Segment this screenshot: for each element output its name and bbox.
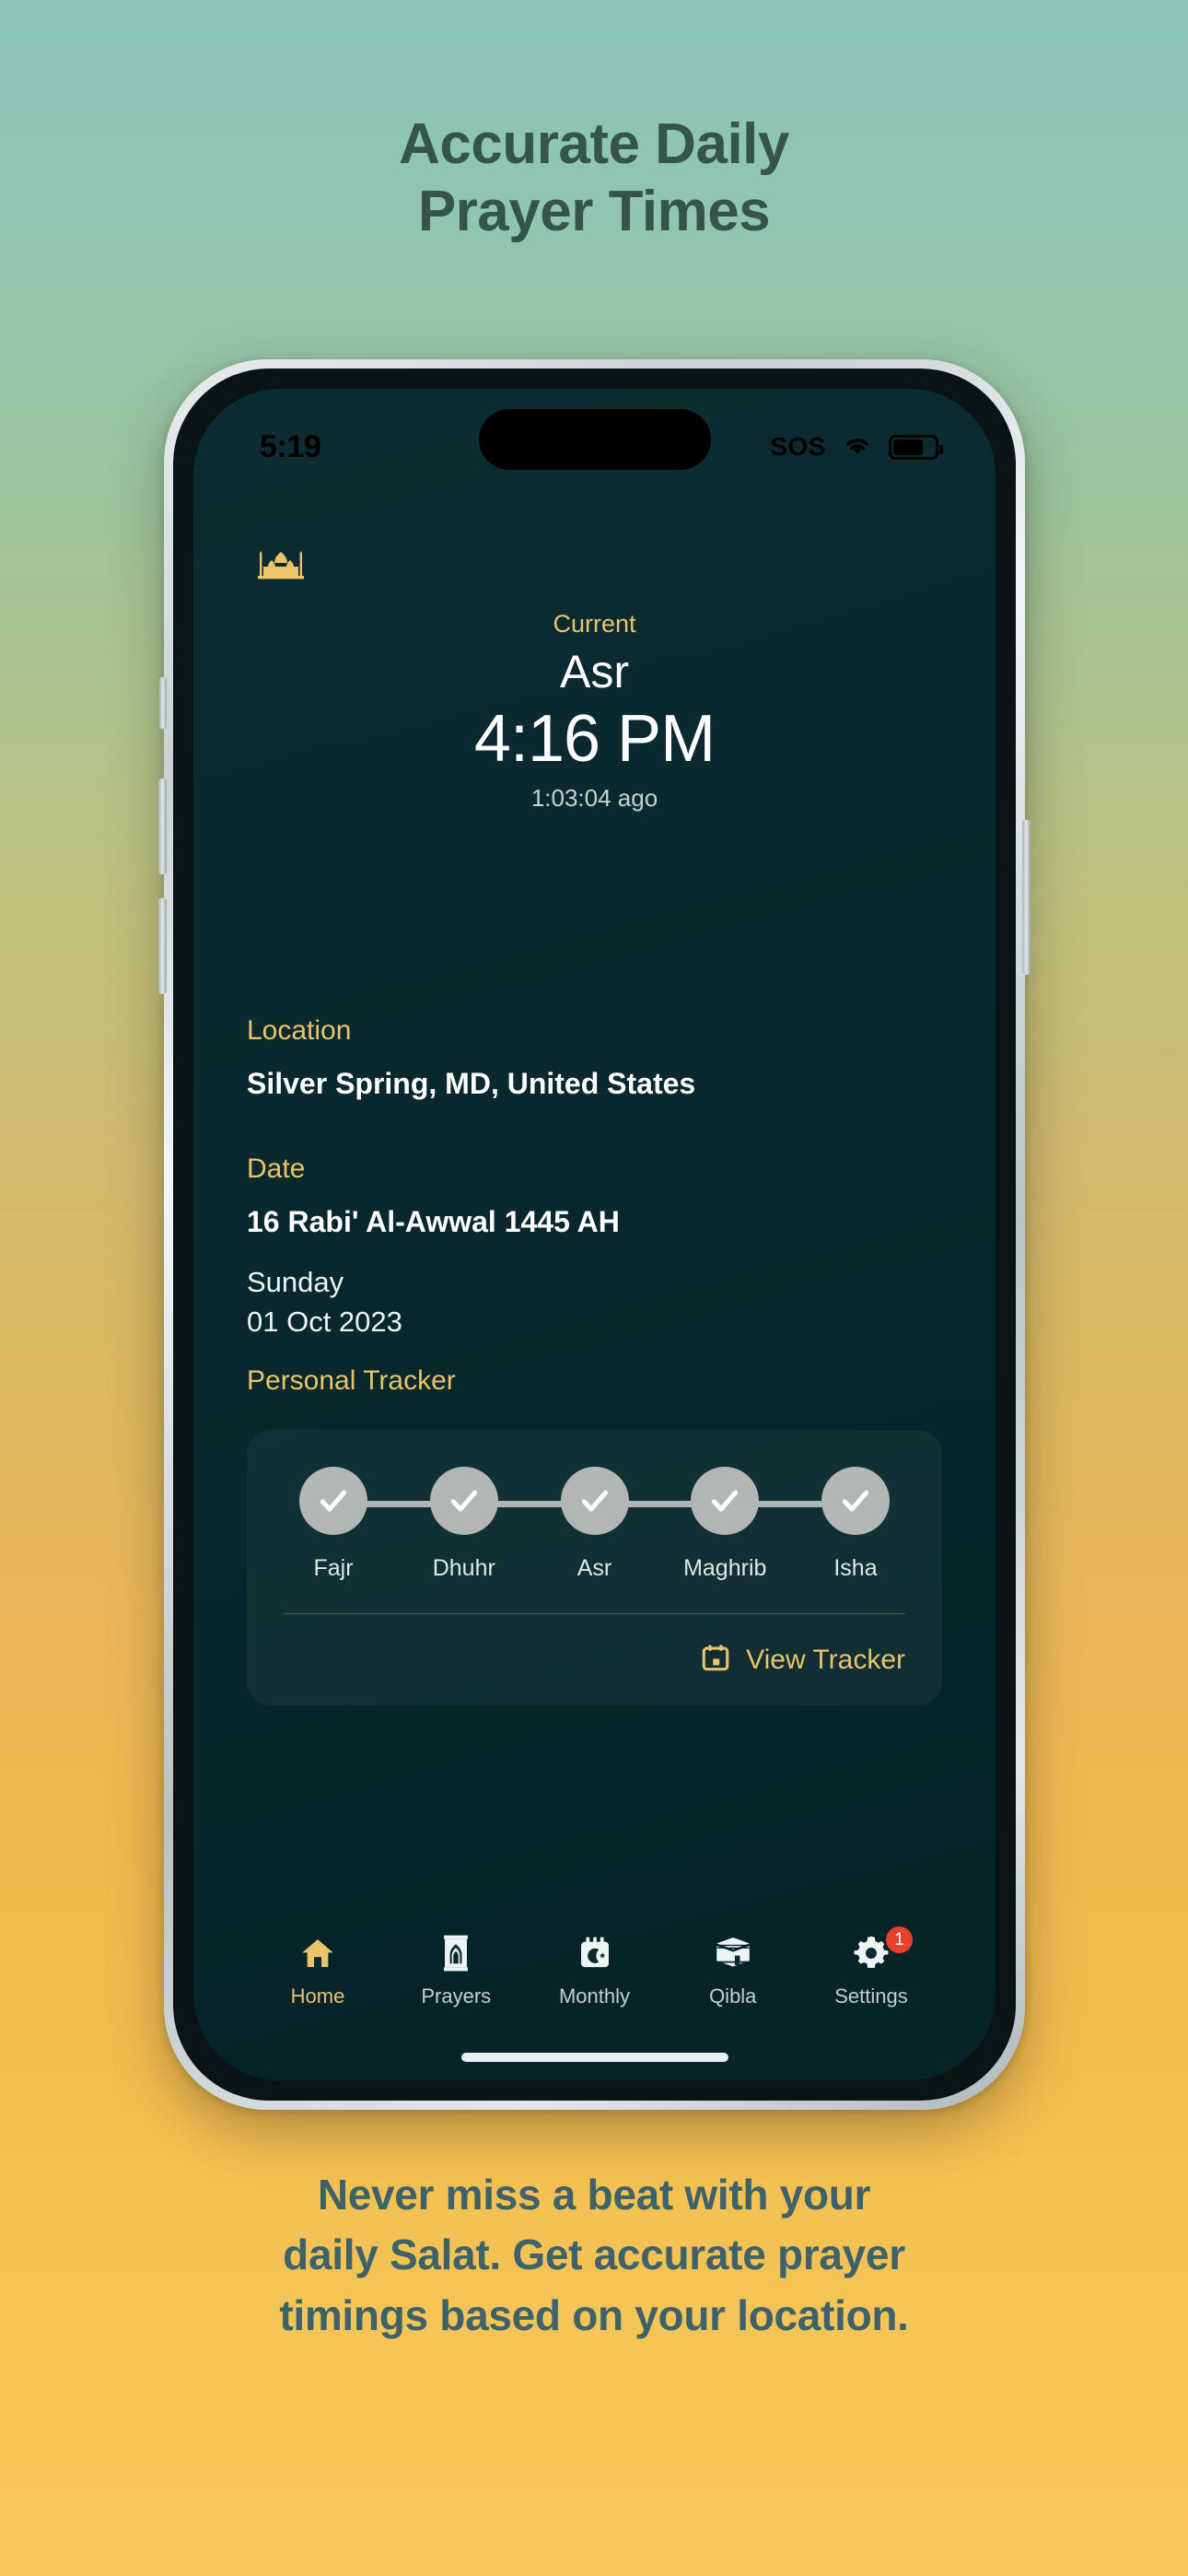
personal-tracker-label: Personal Tracker xyxy=(247,1365,456,1396)
nav-label: Qibla xyxy=(709,1985,757,2008)
status-bar-time: 5:19 xyxy=(260,428,321,464)
caption-line-2: daily Salat. Get accurate prayer xyxy=(283,2231,905,2279)
tracker-label: Fajr xyxy=(313,1555,354,1581)
tracker-item-isha[interactable]: Isha xyxy=(800,1467,911,1582)
tracker-label: Maghrib xyxy=(683,1555,767,1581)
nav-label: Monthly xyxy=(558,1985,631,2008)
mute-switch-button[interactable] xyxy=(159,677,167,729)
nav-item-home[interactable]: Home xyxy=(249,1933,387,2008)
nav-label: Settings xyxy=(834,1985,908,2008)
power-button[interactable] xyxy=(1022,820,1031,975)
gregorian-date-value: 01 Oct 2023 xyxy=(247,1305,402,1338)
nav-item-settings[interactable]: 1 Settings xyxy=(802,1926,940,2008)
calendar-moon-icon xyxy=(577,1933,613,1973)
current-prayer-block: Current Asr 4:16 PM 1:03:04 ago xyxy=(193,610,996,813)
tracker-label: Asr xyxy=(577,1555,612,1581)
prayer-rug-icon xyxy=(438,1933,473,1973)
nav-item-prayers[interactable]: Prayers xyxy=(387,1933,525,2008)
tracker-item-maghrib[interactable]: Maghrib xyxy=(670,1467,780,1582)
date-label: Date xyxy=(247,1153,306,1184)
calendar-icon xyxy=(700,1642,731,1678)
weekday-value: Sunday xyxy=(247,1266,344,1298)
caption-line-3: timings based on your location. xyxy=(279,2290,909,2339)
kaaba-icon xyxy=(714,1933,752,1973)
caption-text: Never miss a beat with your daily Salat.… xyxy=(111,2165,1077,2346)
dynamic-island xyxy=(478,409,711,470)
date-section: Date 16 Rabi' Al-Awwal 1445 AH Sunday 01… xyxy=(247,1153,942,1342)
volume-down-button[interactable] xyxy=(158,898,167,994)
page-title: Accurate Daily Prayer Times xyxy=(0,111,1188,245)
status-bar-indicators: SOS xyxy=(770,432,943,463)
check-icon[interactable] xyxy=(821,1467,890,1535)
nav-item-monthly[interactable]: Monthly xyxy=(526,1933,664,2008)
view-tracker-label: View Tracker xyxy=(746,1644,905,1675)
tracker-item-fajr[interactable]: Fajr xyxy=(278,1467,389,1582)
tracker-item-asr[interactable]: Asr xyxy=(540,1467,650,1582)
hijri-date-value: 16 Rabi' Al-Awwal 1445 AH xyxy=(247,1205,620,1238)
bottom-navigation-bar: Home Prayers Monthly Qibla 1 Settings xyxy=(228,1926,961,2008)
phone-mockup: 5:19 SOS Current Asr 4:16 PM 1:03:04 ago… xyxy=(158,359,1031,2110)
phone-screen: 5:19 SOS Current Asr 4:16 PM 1:03:04 ago… xyxy=(193,389,996,2080)
gear-icon xyxy=(852,1933,891,1973)
current-prayer-label: Current xyxy=(553,610,636,638)
current-prayer-name: Asr xyxy=(560,646,629,697)
tracker-item-dhuhr[interactable]: Dhuhr xyxy=(409,1467,519,1582)
phone-bezel: 5:19 SOS Current Asr 4:16 PM 1:03:04 ago… xyxy=(173,369,1016,2101)
location-label: Location xyxy=(247,1015,352,1046)
tracker-label: Dhuhr xyxy=(432,1555,495,1581)
check-icon[interactable] xyxy=(429,1467,498,1535)
view-tracker-button[interactable]: View Tracker xyxy=(278,1642,911,1678)
volume-up-button[interactable] xyxy=(158,779,167,874)
current-prayer-elapsed: 1:03:04 ago xyxy=(530,783,658,812)
mosque-logo-icon xyxy=(244,527,318,601)
page-title-line-1: Accurate Daily xyxy=(399,112,789,176)
home-indicator[interactable] xyxy=(460,2053,728,2062)
tracker-label: Isha xyxy=(833,1555,878,1581)
page-title-line-2: Prayer Times xyxy=(417,180,771,244)
personal-tracker-section: Personal Tracker xyxy=(247,1365,942,1417)
check-icon[interactable] xyxy=(560,1467,629,1535)
location-section: Location Silver Spring, MD, United State… xyxy=(247,1015,942,1101)
wifi-icon xyxy=(840,432,875,463)
nav-label: Home xyxy=(290,1985,345,2008)
battery-icon xyxy=(889,434,943,460)
settings-badge: 1 xyxy=(886,1926,913,1953)
current-prayer-time: 4:16 PM xyxy=(473,701,716,776)
sos-indicator: SOS xyxy=(770,432,826,461)
nav-item-qibla[interactable]: Qibla xyxy=(664,1933,802,2008)
home-icon xyxy=(298,1933,337,1973)
tracker-divider xyxy=(284,1613,905,1614)
personal-tracker-card: Fajr Dhuhr Asr Maghrib Isha View Tracker xyxy=(247,1430,942,1705)
check-icon[interactable] xyxy=(299,1467,367,1535)
tracker-prayer-row: Fajr Dhuhr Asr Maghrib Isha xyxy=(278,1467,911,1582)
check-icon[interactable] xyxy=(691,1467,760,1535)
app-home-screen: Current Asr 4:16 PM 1:03:04 ago Location… xyxy=(193,389,996,2080)
caption-line-1: Never miss a beat with your xyxy=(317,2171,871,2219)
nav-label: Prayers xyxy=(421,1985,492,2008)
location-value: Silver Spring, MD, United States xyxy=(247,1067,696,1100)
